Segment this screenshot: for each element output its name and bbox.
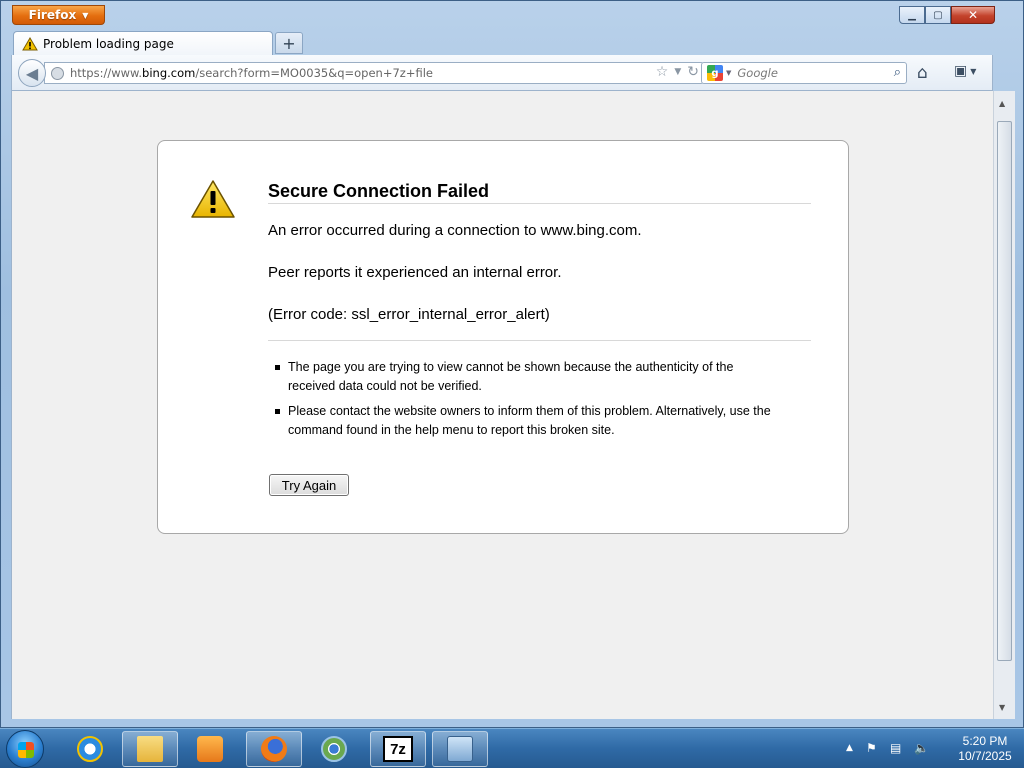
back-button[interactable]: ◀ <box>18 59 46 87</box>
firefox-icon <box>261 736 287 762</box>
firefox-menu-label: Firefox <box>28 8 77 22</box>
taskbar-item-7zip[interactable]: 7z <box>370 731 426 767</box>
chrome-icon <box>321 736 347 762</box>
bookmarks-icon: ▣ <box>954 63 968 79</box>
error-description: An error occurred during a connection to… <box>268 222 642 239</box>
7zip-icon: 7z <box>383 736 413 762</box>
firefox-menu-button[interactable]: Firefox ▼ <box>12 5 105 25</box>
home-button[interactable]: ⌂ <box>917 63 928 83</box>
minimize-button[interactable]: ▁ <box>899 6 925 24</box>
taskbar-item-explorer[interactable] <box>122 731 178 767</box>
list-item: The page you are trying to view cannot b… <box>275 358 775 396</box>
list-item: Please contact the website owners to inf… <box>275 402 775 440</box>
firefox-window: Firefox ▼ ▁ ▢ ✕ Problem loading page + h… <box>0 0 1024 728</box>
error-detail: Peer reports it experienced an internal … <box>268 264 562 281</box>
network-icon[interactable]: ▤ <box>890 741 901 755</box>
clock-date: 10/7/2025 <box>958 749 1012 763</box>
scrollbar-thumb[interactable] <box>997 121 1012 661</box>
clock[interactable]: 5:20 PM 10/7/2025 <box>950 734 1020 764</box>
taskbar-item-chrome[interactable] <box>306 731 362 767</box>
volume-muted-icon[interactable]: 🔈 <box>914 741 929 755</box>
divider <box>268 203 811 204</box>
url-bar-icons: ☆ ▼ ↻ <box>656 64 699 80</box>
search-icon[interactable]: ⌕ <box>894 65 901 80</box>
search-engine-dropdown-icon[interactable]: ▼ <box>726 69 731 77</box>
action-center-icon[interactable]: ⚑ <box>866 741 877 755</box>
warning-icon <box>191 180 235 218</box>
taskbar-item-network-app[interactable] <box>432 731 488 767</box>
chevron-down-icon: ▼ <box>970 66 977 76</box>
home-icon: ⌂ <box>917 63 928 83</box>
error-advice-list: The page you are trying to view cannot b… <box>275 358 775 446</box>
google-logo-icon[interactable]: g <box>707 65 723 81</box>
navigation-toolbar: https://www.bing.com/search?form=MO0035&… <box>11 55 993 91</box>
tab-strip: Problem loading page + <box>11 29 991 55</box>
error-panel: Secure Connection Failed An error occurr… <box>157 140 849 534</box>
title-bar: Firefox ▼ ▁ ▢ ✕ <box>1 1 1023 29</box>
scroll-down-icon[interactable]: ▼ <box>999 703 1005 712</box>
error-title: Secure Connection Failed <box>268 181 490 201</box>
taskbar: 7z ▲ ⚑ ▤ 🔈 5:20 PM 10/7/2025 <box>0 728 1024 768</box>
warning-icon <box>22 36 38 50</box>
back-arrow-icon: ◀ <box>25 63 39 83</box>
search-placeholder: Google <box>737 66 778 80</box>
scroll-up-icon[interactable]: ▲ <box>999 99 1005 108</box>
globe-icon <box>51 66 64 80</box>
divider <box>268 340 811 341</box>
history-dropdown-icon[interactable]: ▼ <box>674 64 681 80</box>
taskbar-item-ie[interactable] <box>62 731 118 767</box>
taskbar-item-firefox[interactable] <box>246 731 302 767</box>
url-text: https://www.bing.com/search?form=MO0035&… <box>70 66 433 80</box>
start-button[interactable] <box>6 730 44 768</box>
url-bar[interactable]: https://www.bing.com/search?form=MO0035&… <box>44 62 704 84</box>
page-content: Secure Connection Failed An error occurr… <box>11 91 993 719</box>
new-tab-button[interactable]: + <box>275 32 303 54</box>
bookmark-star-icon[interactable]: ☆ <box>656 64 669 80</box>
media-player-icon <box>197 736 223 762</box>
close-button[interactable]: ✕ <box>951 6 995 24</box>
clock-time: 5:20 PM <box>962 734 1008 748</box>
file-explorer-icon <box>137 736 163 762</box>
try-again-button[interactable]: Try Again <box>269 474 349 496</box>
window-controls: ▁ ▢ ✕ <box>899 6 995 24</box>
bookmarks-button[interactable]: ▣ ▼ <box>954 63 976 79</box>
chevron-down-icon: ▼ <box>82 10 89 20</box>
internet-explorer-icon <box>77 736 103 762</box>
tab-problem-loading[interactable]: Problem loading page <box>13 31 273 55</box>
vertical-scrollbar[interactable]: ▲ ▼ <box>993 91 1015 719</box>
show-hidden-icons-icon[interactable]: ▲ <box>846 743 853 753</box>
reload-icon[interactable]: ↻ <box>687 64 699 80</box>
tab-label: Problem loading page <box>43 36 174 51</box>
search-box[interactable]: g ▼ Google ⌕ <box>701 62 907 84</box>
taskbar-item-media[interactable] <box>182 731 238 767</box>
system-tray: ▲ ⚑ ▤ 🔈 5:20 PM 10/7/2025 <box>840 729 1024 768</box>
maximize-button[interactable]: ▢ <box>925 6 951 24</box>
network-app-icon <box>447 736 473 762</box>
error-code: (Error code: ssl_error_internal_error_al… <box>268 306 550 323</box>
